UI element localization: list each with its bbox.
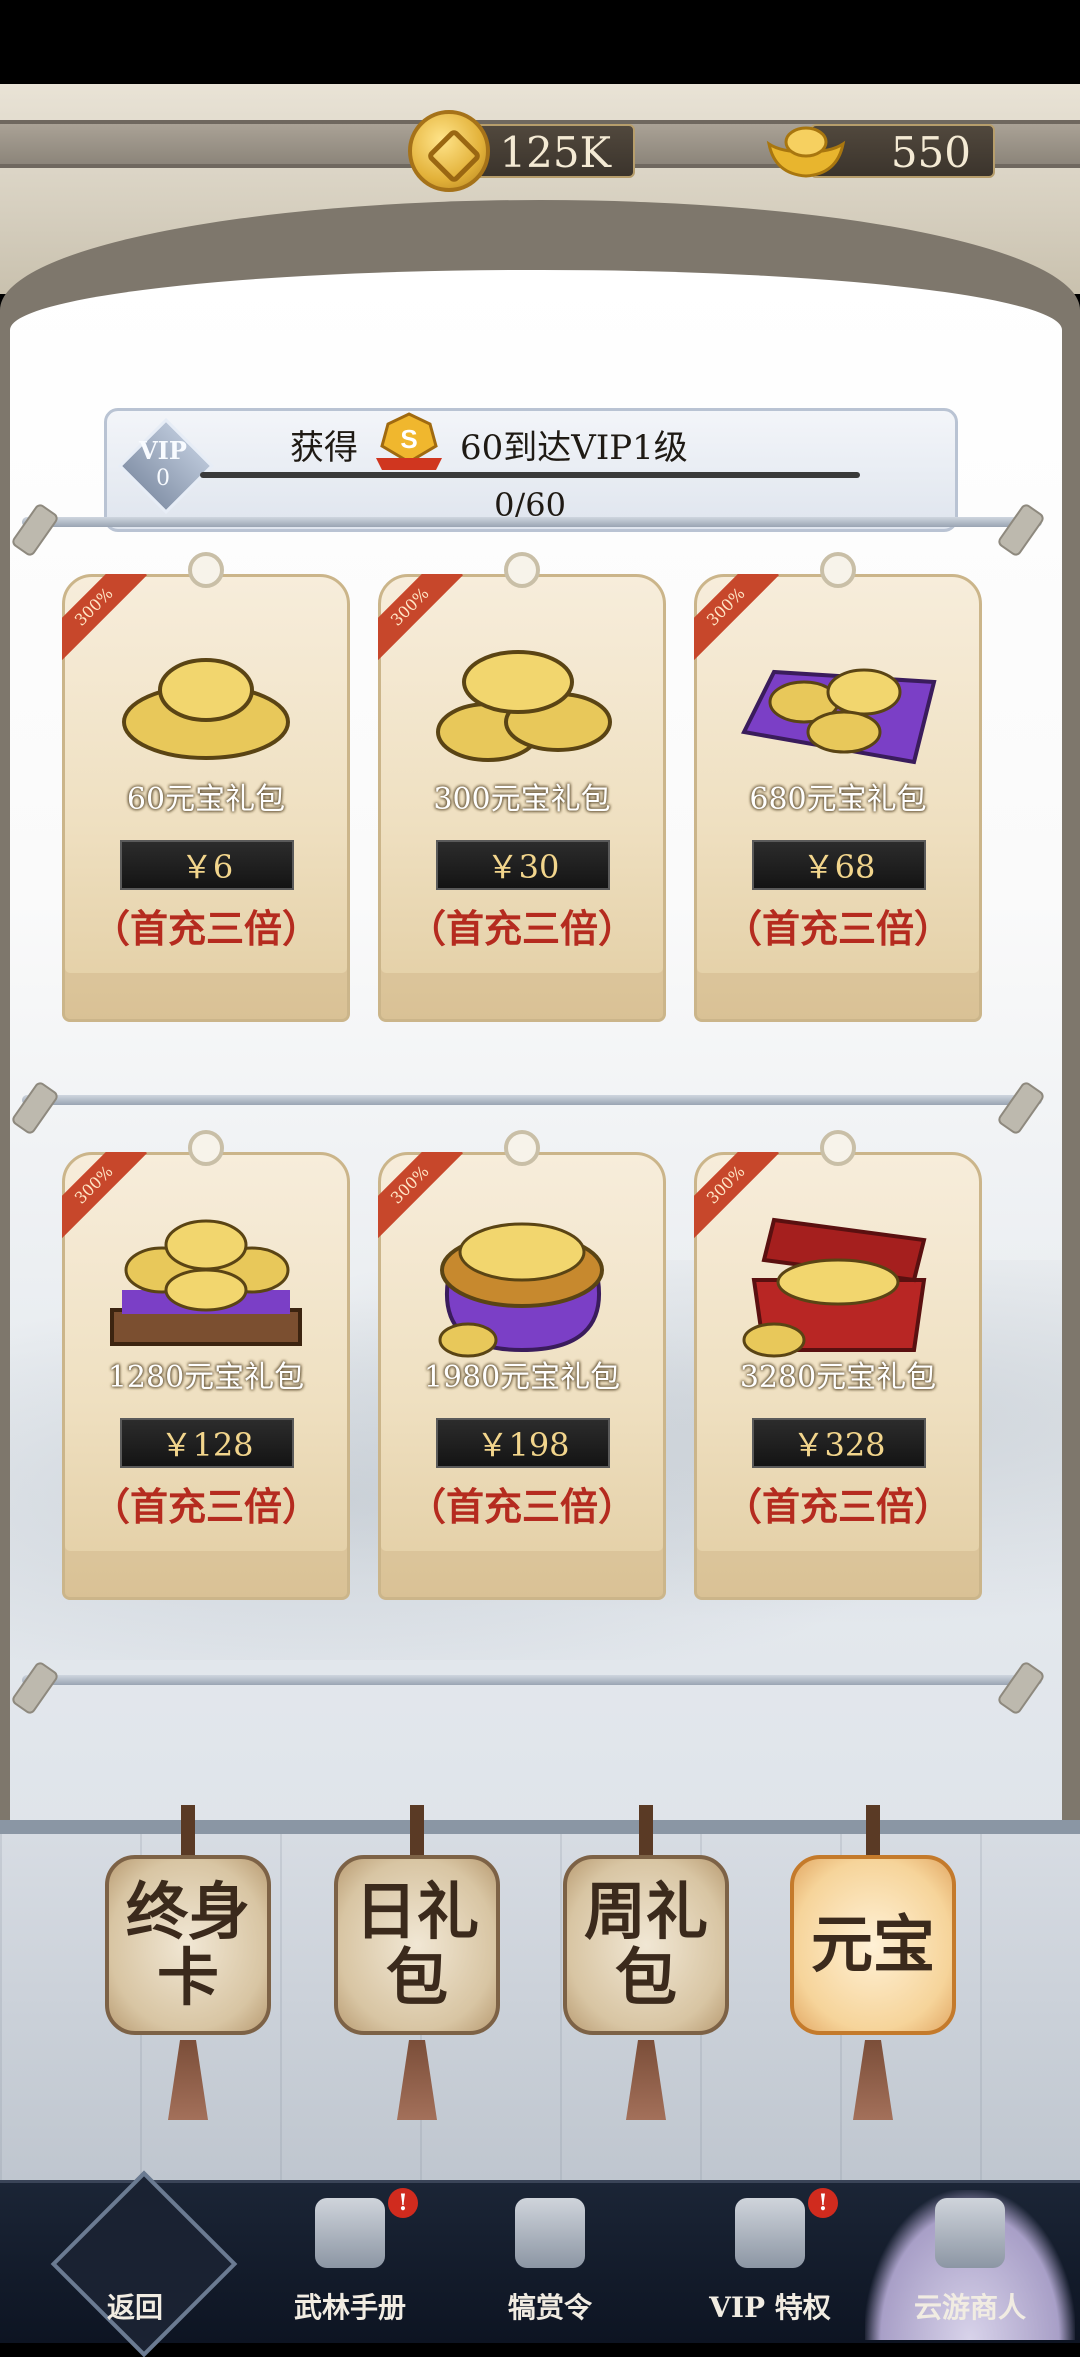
lantern-cord bbox=[410, 1805, 424, 1855]
tab-lantern[interactable]: 周礼包 bbox=[563, 1855, 729, 2035]
nav-icon bbox=[935, 2198, 1005, 2268]
card-hook bbox=[188, 1130, 224, 1166]
nav-item[interactable]: 云游商人 bbox=[880, 2190, 1060, 2330]
nav-icon bbox=[315, 2198, 385, 2268]
gold-ingot-pack-icon bbox=[110, 1219, 302, 1346]
alert-badge-icon: ! bbox=[808, 2188, 838, 2218]
nav-icon bbox=[735, 2198, 805, 2268]
gold-ingot-pack-icon bbox=[122, 658, 290, 760]
first-purchase-bonus: （首充三倍） bbox=[407, 906, 636, 951]
gold-ingot-pack-icon bbox=[742, 1217, 927, 1358]
buy-button[interactable]: ￥30 bbox=[436, 840, 610, 890]
vip-icon-label: VIP bbox=[139, 436, 187, 465]
pack-card[interactable]: 300% 60元宝礼包 ￥6 （首充三倍） bbox=[62, 552, 350, 1022]
gold-ingot-icon bbox=[766, 126, 846, 178]
tab-lantern[interactable]: 日礼包 bbox=[334, 1855, 500, 2035]
deck-rail bbox=[0, 1820, 1080, 1834]
nav-label: 武林手册 bbox=[293, 2291, 406, 2324]
hanging-rail bbox=[22, 517, 1042, 527]
buy-button[interactable]: ￥6 bbox=[120, 840, 294, 890]
pack-name: 60元宝礼包 bbox=[126, 782, 286, 817]
gold-ingot-pack-icon bbox=[741, 668, 937, 765]
pack-card[interactable]: 300% 1980元宝礼包 ￥198 （首充三倍） bbox=[378, 1130, 666, 1600]
nav-label: 返回 bbox=[106, 2291, 163, 2324]
pack-card[interactable]: 300% 1280元宝礼包 ￥128 （首充三倍） bbox=[62, 1130, 350, 1600]
buy-button[interactable]: ￥328 bbox=[752, 1418, 926, 1468]
tab-lantern-label: 周礼包 bbox=[583, 1875, 708, 2014]
status-bar bbox=[0, 0, 1080, 84]
first-purchase-bonus: （首充三倍） bbox=[91, 1484, 320, 1529]
tab-lantern-label: 终身卡 bbox=[125, 1875, 250, 2014]
card-hook bbox=[188, 552, 224, 588]
coin-icon bbox=[408, 110, 490, 192]
nav-item[interactable]: 武林手册! bbox=[260, 2188, 440, 2330]
pack-name: 3280元宝礼包 bbox=[739, 1360, 937, 1395]
pack-card[interactable]: 300% 3280元宝礼包 ￥328 （首充三倍） bbox=[694, 1130, 982, 1600]
vip-gain-label: 获得 bbox=[290, 428, 358, 468]
hanging-rail bbox=[22, 1675, 1042, 1685]
lantern-cord bbox=[181, 1805, 195, 1855]
tab-lantern[interactable]: 元宝 bbox=[790, 1855, 956, 2035]
lantern-cord bbox=[639, 1805, 653, 1855]
pack-name: 1280元宝礼包 bbox=[107, 1360, 305, 1395]
vip-points-icon: S bbox=[376, 412, 442, 470]
card-hook bbox=[820, 1130, 856, 1166]
pack-name: 300元宝礼包 bbox=[433, 782, 611, 817]
nav-label: 云游商人 bbox=[913, 2291, 1026, 2324]
tab-lantern-label: 元宝 bbox=[810, 1908, 935, 1981]
pack-name: 1980元宝礼包 bbox=[423, 1360, 621, 1395]
vip-badge-letter: S bbox=[400, 424, 417, 454]
first-purchase-bonus: （首充三倍） bbox=[723, 1484, 952, 1529]
vip-goal-text: 60到达VIP1级 bbox=[460, 428, 688, 468]
alert-badge-icon: ! bbox=[388, 2188, 418, 2218]
pack-card[interactable]: 300% 680元宝礼包 ￥68 （首充三倍） bbox=[694, 552, 982, 1022]
card-hook bbox=[504, 1130, 540, 1166]
vip-current-level: 0 bbox=[156, 466, 170, 491]
nav-item[interactable]: 犒赏令 bbox=[460, 2190, 640, 2330]
nav-label: 犒赏令 bbox=[507, 2291, 592, 2324]
first-purchase-bonus: （首充三倍） bbox=[407, 1484, 636, 1529]
first-purchase-bonus: （首充三倍） bbox=[91, 906, 320, 951]
tab-lantern[interactable]: 终身卡 bbox=[105, 1855, 271, 2035]
lantern-cord bbox=[866, 1805, 880, 1855]
pack-card[interactable]: 300% 300元宝礼包 ￥30 （首充三倍） bbox=[378, 552, 666, 1022]
gold-ingot-pack-icon bbox=[436, 650, 612, 762]
pack-name: 680元宝礼包 bbox=[749, 782, 927, 817]
buy-button[interactable]: ￥68 bbox=[752, 840, 926, 890]
vip-progress-track bbox=[200, 472, 860, 478]
card-hook bbox=[504, 552, 540, 588]
gold-ingot-pack-icon bbox=[438, 1222, 604, 1358]
nav-icon bbox=[515, 2198, 585, 2268]
nav-item[interactable]: VIP 特权! bbox=[680, 2188, 860, 2330]
nav-label: VIP 特权 bbox=[709, 2291, 831, 2324]
tab-lantern-label: 日礼包 bbox=[354, 1875, 479, 2014]
buy-button[interactable]: ￥198 bbox=[436, 1418, 610, 1468]
card-hook bbox=[820, 552, 856, 588]
hanging-rail bbox=[22, 1095, 1042, 1105]
nav-item[interactable]: 返回 bbox=[45, 2190, 225, 2330]
buy-button[interactable]: ￥128 bbox=[120, 1418, 294, 1468]
first-purchase-bonus: （首充三倍） bbox=[723, 906, 952, 951]
